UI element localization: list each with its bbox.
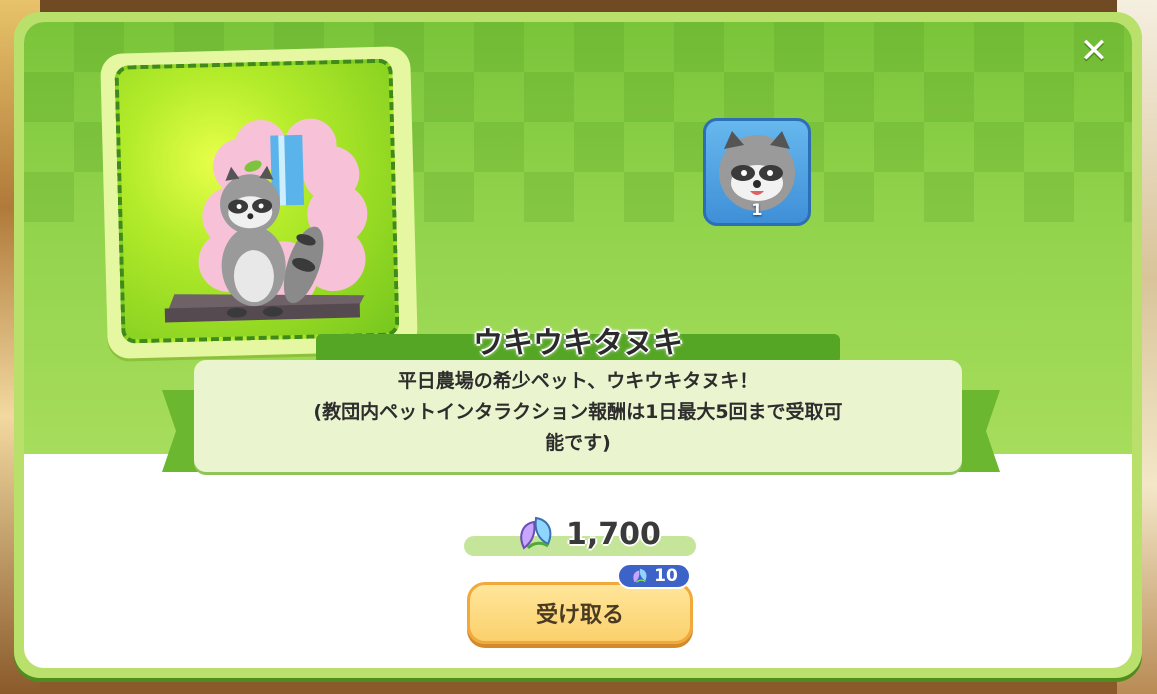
- claim-button[interactable]: 受け取る: [467, 582, 693, 644]
- raccoon-icon[interactable]: 1: [703, 118, 811, 226]
- description-line-3: 能です): [545, 432, 611, 454]
- description-line-2: (教団内ペットインタラクション報酬は1日最大5回まで受取可: [313, 401, 843, 423]
- raccoon-waterfall-illustration: [164, 118, 368, 323]
- pet-name: ウキウキタヌキ: [473, 326, 683, 361]
- price-value: 1,700: [566, 516, 661, 552]
- price: 1,700: [514, 512, 661, 556]
- badge-count: 10: [654, 566, 678, 586]
- reward-count: 1: [751, 200, 763, 219]
- claim-cost-badge: 10: [617, 563, 691, 589]
- pet-illustration: [114, 58, 400, 344]
- description-line-1: 平日農場の希少ペット、ウキウキタヌキ！: [397, 370, 759, 392]
- pet-description: 平日農場の希少ペット、ウキウキタヌキ！ (教団内ペットインタラクション報酬は1日…: [210, 366, 946, 459]
- crystal-leaf-icon: [520, 516, 552, 550]
- pet-card: [100, 45, 418, 360]
- close-icon[interactable]: ✕: [1075, 32, 1113, 70]
- claim-button-label: 受け取る: [535, 603, 624, 628]
- crystal-leaf-icon: [633, 568, 647, 583]
